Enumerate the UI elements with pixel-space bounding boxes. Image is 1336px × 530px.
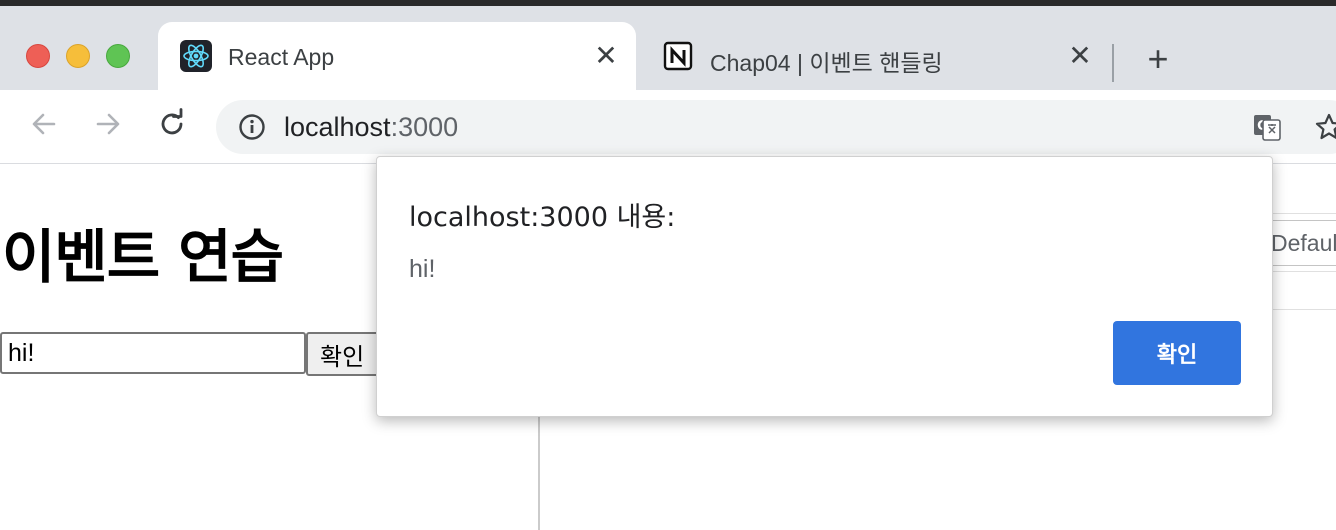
address-bar[interactable]: localhost:3000 G [216,100,1336,154]
alert-dialog: localhost:3000 내용: hi! 확인 [376,156,1273,417]
window-maximize-button[interactable] [106,44,130,68]
alert-message: hi! [409,255,436,283]
reload-button[interactable] [152,106,192,146]
arrow-right-icon [93,109,123,144]
browser-window: React App ✕ Chap04 | 이벤트 핸들링 ✕ + localho… [0,0,1336,530]
tab-notion-chap04[interactable]: Chap04 | 이벤트 핸들링 ✕ [640,22,1110,90]
arrow-left-icon [29,109,59,144]
info-icon[interactable] [238,113,266,141]
page-title: 이벤트 연습 [2,223,284,291]
url-text[interactable]: localhost:3000 [284,112,458,143]
star-icon[interactable] [1314,112,1336,142]
tab-bar: React App ✕ Chap04 | 이벤트 핸들링 ✕ + [0,6,1336,90]
back-button[interactable] [24,106,64,146]
react-logo-icon [180,40,212,72]
window-close-button[interactable] [26,44,50,68]
new-tab-button[interactable]: + [1140,41,1176,78]
close-icon[interactable]: ✕ [592,42,620,70]
tab-separator [1112,44,1114,82]
close-icon[interactable]: ✕ [1066,42,1094,70]
reload-icon [156,107,188,145]
window-minimize-button[interactable] [66,44,90,68]
tab-title: Chap04 | 이벤트 핸들링 [710,50,943,76]
url-port: :3000 [390,112,459,142]
notion-logo-icon [662,40,694,72]
browser-toolbar: localhost:3000 G [0,90,1336,164]
tab-title: React App [228,44,335,70]
translate-icon[interactable]: G [1252,112,1282,142]
url-host: localhost [284,112,391,142]
alert-ok-button[interactable]: 확인 [1113,321,1241,385]
message-input[interactable] [0,332,306,374]
forward-button[interactable] [88,106,128,146]
default-levels-dropdown[interactable]: Defaul [1262,220,1336,266]
alert-title: localhost:3000 내용: [409,202,676,233]
tab-react-app[interactable]: React App ✕ [158,22,636,90]
